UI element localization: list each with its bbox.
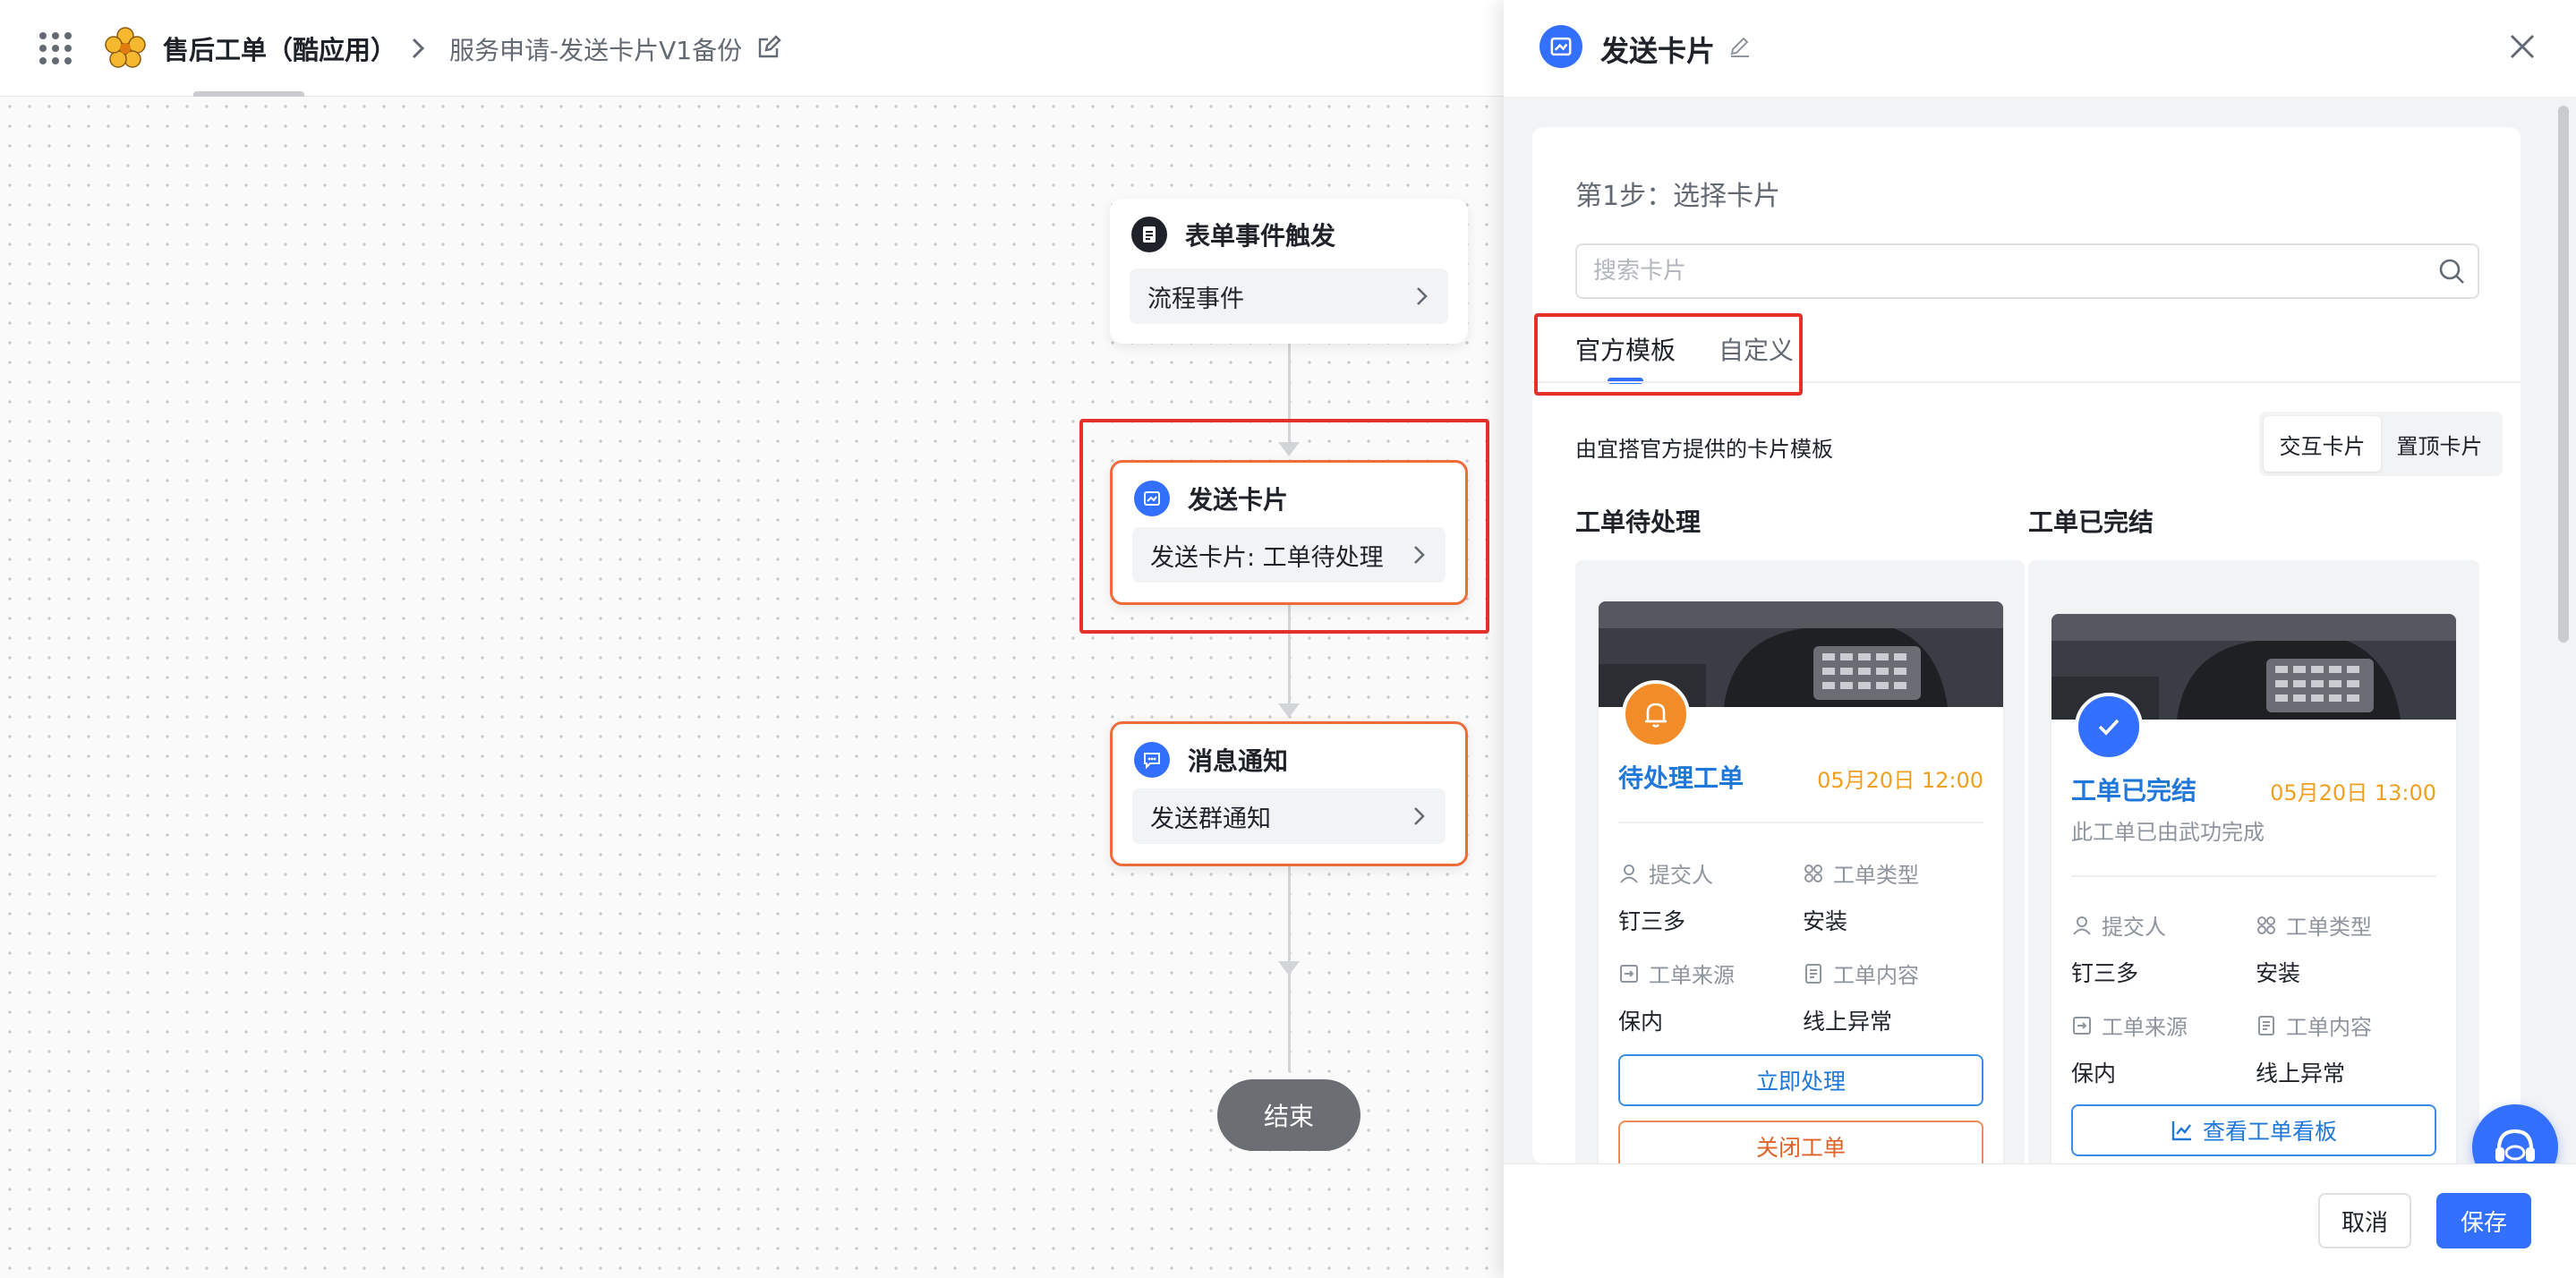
field-value: 线上异常 — [1803, 1009, 1893, 1035]
flow-node-trigger[interactable]: 表单事件触发 流程事件 — [1110, 199, 1468, 344]
send-card-panel: 发送卡片 第1步：选择卡片 官方模板 自定义 由宜搭官方提供的卡片模板 交互卡片… — [1504, 0, 2576, 1278]
breadcrumb-current: 服务申请-发送卡片V1备份 — [449, 36, 743, 65]
node-body[interactable]: 发送群通知 — [1132, 788, 1446, 844]
card-preview: 待处理工单 05月20日 12:00 提交人 钉三多 工单类型 安装 工单来源 … — [1599, 601, 2003, 1163]
field-value: 钉三多 — [1618, 908, 1686, 934]
doc-icon — [1805, 963, 1821, 984]
connector-arrow — [1278, 703, 1300, 718]
field-value: 安装 — [2256, 960, 2301, 986]
card-time: 05月20日 13:00 — [2270, 780, 2436, 805]
grid-icon — [1804, 864, 1822, 882]
app-logo-icon — [105, 27, 146, 68]
card-preview: 工单已完结 05月20日 13:00 此工单已由武功完成 提交人 钉三多 工单类… — [2051, 614, 2456, 1163]
user-icon — [1620, 864, 1638, 883]
template-option[interactable]: 待处理工单 05月20日 12:00 提交人 钉三多 工单类型 安装 工单来源 … — [1575, 560, 2025, 1163]
template-column-title: 工单已完结 — [2028, 507, 2154, 537]
field-label: 提交人 — [1618, 857, 1713, 889]
send-card-icon — [1540, 25, 1582, 68]
chevron-right-icon — [1414, 807, 1425, 825]
login-icon — [1620, 964, 1638, 983]
login-icon — [2073, 1016, 2091, 1035]
pencil-icon[interactable] — [1727, 34, 1753, 59]
card-divider — [1618, 822, 1983, 823]
panel-footer: 取消 保存 — [1504, 1163, 2576, 1278]
field-label: 工单类型 — [2256, 909, 2372, 941]
highlight-box-node — [1079, 419, 1489, 634]
node-body[interactable]: 流程事件 — [1130, 268, 1448, 324]
field-value: 保内 — [1618, 1009, 1664, 1035]
bell-icon — [1622, 680, 1690, 748]
card-time: 05月20日 12:00 — [1817, 768, 1983, 793]
panel-title: 发送卡片 — [1600, 34, 1716, 68]
template-description: 由宜搭官方提供的卡片模板 — [1575, 437, 1833, 462]
view-dashboard-button[interactable]: 查看工单看板 — [2071, 1104, 2436, 1156]
search-input[interactable] — [1575, 243, 2479, 299]
card-name: 工单已完结 — [2071, 776, 2197, 805]
flow-node-notify[interactable]: 消息通知 发送群通知 — [1110, 721, 1468, 866]
form-doc-icon — [1131, 217, 1167, 252]
segment-pinned-card[interactable]: 置顶卡片 — [2381, 416, 2498, 472]
flow-canvas[interactable]: 表单事件触发 流程事件 发送卡片 发送卡片: 工单待处理 消息通知 发送群通知 … — [0, 97, 1504, 1278]
save-button[interactable]: 保存 — [2436, 1193, 2531, 1248]
chevron-right-icon — [412, 38, 425, 59]
field-value: 钉三多 — [2071, 960, 2139, 986]
process-now-button[interactable]: 立即处理 — [1618, 1054, 1983, 1106]
card-name: 待处理工单 — [1618, 763, 1744, 793]
node-body-text: 流程事件 — [1147, 285, 1244, 313]
step-title: 第1步：选择卡片 — [1575, 181, 1781, 212]
card-selection-area: 第1步：选择卡片 官方模板 自定义 由宜搭官方提供的卡片模板 交互卡片 置顶卡片… — [1532, 127, 2521, 1163]
field-value: 安装 — [1803, 908, 1848, 934]
field-label: 提交人 — [2071, 909, 2166, 941]
apps-grid-icon[interactable] — [39, 32, 72, 64]
connector-arrow — [1278, 961, 1300, 976]
top-bar: 售后工单（酷应用） 服务申请-发送卡片V1备份 — [0, 0, 1504, 97]
card-subtitle: 此工单已由武功完成 — [2071, 820, 2265, 845]
template-option[interactable]: 工单已完结 05月20日 13:00 此工单已由武功完成 提交人 钉三多 工单类… — [2028, 560, 2479, 1163]
node-title: 消息通知 — [1188, 746, 1289, 776]
panel-scrollbar[interactable] — [2558, 106, 2569, 643]
end-node[interactable]: 结束 — [1217, 1079, 1361, 1151]
field-label: 工单内容 — [2256, 1010, 2372, 1041]
cancel-button[interactable]: 取消 — [2318, 1193, 2411, 1248]
close-ticket-button[interactable]: 关闭工单 — [1618, 1120, 1983, 1163]
chart-icon — [2171, 1121, 2191, 1141]
field-value: 线上异常 — [2256, 1061, 2346, 1086]
node-title: 表单事件触发 — [1185, 221, 1336, 251]
check-icon — [2075, 693, 2143, 761]
field-value: 保内 — [2071, 1061, 2117, 1086]
field-label: 工单来源 — [1618, 958, 1735, 989]
close-icon[interactable] — [2504, 29, 2540, 64]
edit-icon[interactable] — [755, 34, 782, 61]
grid-icon — [2257, 916, 2275, 934]
card-type-segment: 交互卡片 置顶卡片 — [2259, 412, 2503, 476]
app-title[interactable]: 售后工单（酷应用） — [163, 30, 397, 67]
node-body-text: 发送群通知 — [1150, 805, 1271, 833]
field-label: 工单来源 — [2071, 1010, 2188, 1041]
card-divider — [2071, 875, 2436, 877]
field-label: 工单类型 — [1803, 857, 1919, 889]
chevron-right-icon — [1417, 287, 1428, 305]
segment-interactive-card[interactable]: 交互卡片 — [2264, 416, 2381, 472]
template-column-title: 工单待处理 — [1575, 507, 1702, 537]
message-icon — [1134, 742, 1170, 778]
doc-icon — [2258, 1015, 2274, 1035]
field-label: 工单内容 — [1803, 958, 1919, 989]
highlight-box-tabs — [1534, 313, 1803, 396]
user-icon — [2073, 916, 2091, 935]
panel-header: 发送卡片 — [1504, 0, 2576, 97]
search-icon[interactable] — [2436, 256, 2467, 286]
